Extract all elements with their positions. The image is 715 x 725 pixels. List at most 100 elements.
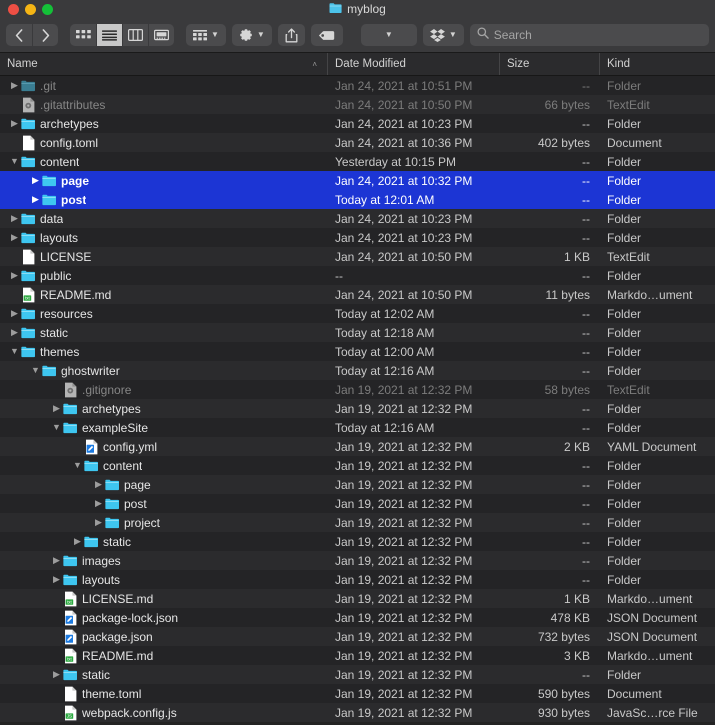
table-row[interactable]: ▼ exampleSite Today at 12:16 AM -- Folder <box>0 418 715 437</box>
table-row[interactable]: .gitattributes Jan 24, 2021 at 10:50 PM 66… <box>0 95 715 114</box>
close-button[interactable] <box>8 3 19 15</box>
js-doc-icon: JS <box>63 705 77 721</box>
disclosure-triangle-collapsed-icon[interactable]: ▶ <box>50 665 63 684</box>
column-header-name[interactable]: Name ˄ <box>0 53 328 75</box>
disclosure-triangle-collapsed-icon[interactable]: ▶ <box>8 209 21 228</box>
table-row[interactable]: ▶ .git Jan 24, 2021 at 10:51 PM -- Folder <box>0 76 715 95</box>
column-view-icon[interactable] <box>122 24 148 46</box>
disclosure-triangle-collapsed-icon[interactable]: ▶ <box>8 114 21 133</box>
table-row[interactable]: ▶ static Jan 19, 2021 at 12:32 PM -- Folder <box>0 665 715 684</box>
table-row[interactable]: ▶ page Jan 24, 2021 at 10:32 PM -- Folder <box>0 171 715 190</box>
table-row[interactable]: package.json Jan 19, 2021 at 12:32 PM 732 … <box>0 627 715 646</box>
table-row[interactable]: ▶ public -- -- Folder <box>0 266 715 285</box>
column-headers: Name ˄ Date Modified Size Kind <box>0 53 715 76</box>
share-button[interactable] <box>277 24 305 46</box>
table-row[interactable]: ▶ data Jan 24, 2021 at 10:23 PM -- Folder <box>0 209 715 228</box>
table-row[interactable]: ▶ layouts Jan 24, 2021 at 10:23 PM -- Folder <box>0 228 715 247</box>
table-row[interactable]: ▶ static Today at 12:18 AM -- Folder <box>0 323 715 342</box>
table-row[interactable]: ▶ images Jan 19, 2021 at 12:32 PM -- Folder <box>0 551 715 570</box>
file-name-label: config.yml <box>103 439 158 454</box>
cell-date-modified: Jan 19, 2021 at 12:32 PM <box>335 515 473 530</box>
table-row[interactable]: ▶ archetypes Jan 19, 2021 at 12:32 PM -- Fol… <box>0 399 715 418</box>
table-row[interactable]: ▼ content Yesterday at 10:15 PM -- Folder <box>0 152 715 171</box>
disclosure-triangle-collapsed-icon[interactable]: ▶ <box>50 551 63 570</box>
table-row[interactable]: ▶ post Jan 19, 2021 at 12:32 PM -- Folder <box>0 494 715 513</box>
table-row[interactable]: ▶ archetypes Jan 24, 2021 at 10:23 PM -- Fol… <box>0 114 715 133</box>
disclosure-triangle-collapsed-icon[interactable]: ▶ <box>50 570 63 589</box>
file-name-label: README.md <box>40 287 112 302</box>
search-input[interactable]: Search <box>494 28 532 42</box>
table-row[interactable]: txt README.md Jan 19, 2021 at 12:32 PM 3 KB… <box>0 646 715 665</box>
disclosure-triangle-collapsed-icon[interactable]: ▶ <box>29 171 42 190</box>
table-row[interactable]: package-lock.json Jan 19, 2021 at 12:32 P… <box>0 608 715 627</box>
disclosure-triangle-expanded-icon[interactable]: ▼ <box>71 456 84 475</box>
table-row[interactable]: ▶ page Jan 19, 2021 at 12:32 PM -- Folder <box>0 475 715 494</box>
table-row[interactable]: config.toml Jan 24, 2021 at 10:36 PM 402 b… <box>0 133 715 152</box>
column-header-date[interactable]: Date Modified <box>328 53 500 75</box>
cell-name: ▶ post <box>0 494 328 513</box>
table-row[interactable]: ▼ ghostwriter Today at 12:16 AM -- Folder <box>0 361 715 380</box>
disclosure-triangle-expanded-icon[interactable]: ▼ <box>8 152 21 171</box>
table-row[interactable]: ▼ themes Today at 12:00 AM -- Folder <box>0 342 715 361</box>
disclosure-triangle-collapsed-icon[interactable]: ▶ <box>8 76 21 95</box>
table-row[interactable]: ▶ layouts Jan 19, 2021 at 12:32 PM -- Folder <box>0 570 715 589</box>
file-list[interactable]: ▶ .git Jan 24, 2021 at 10:51 PM -- Folder .gi… <box>0 76 715 725</box>
cell-kind: Folder <box>607 306 642 321</box>
cell-size: -- <box>582 344 590 359</box>
tags-button[interactable] <box>310 24 343 46</box>
table-row[interactable]: .gitignore Jan 19, 2021 at 12:32 PM 58 byt… <box>0 380 715 399</box>
table-row[interactable]: LICENSE Jan 24, 2021 at 10:50 PM 1 KB TextE… <box>0 247 715 266</box>
column-header-kind[interactable]: Kind <box>600 53 715 75</box>
extra-dropdown-button[interactable]: ▼ <box>360 24 417 46</box>
disclosure-triangle-expanded-icon[interactable]: ▼ <box>8 342 21 361</box>
icon-view-icon[interactable] <box>70 24 96 46</box>
cell-kind: Folder <box>607 344 642 359</box>
disclosure-triangle-collapsed-icon[interactable]: ▶ <box>92 475 105 494</box>
back-button[interactable] <box>6 24 32 46</box>
table-row[interactable]: theme.toml Jan 19, 2021 at 12:32 PM 590 by… <box>0 684 715 703</box>
cell-kind: Markdo…ument <box>607 591 693 606</box>
disclosure-triangle-expanded-icon[interactable]: ▼ <box>29 361 42 380</box>
disclosure-triangle-collapsed-icon[interactable]: ▶ <box>8 304 21 323</box>
table-row[interactable]: JS webpack.config.js Jan 19, 2021 at 12:32… <box>0 703 715 722</box>
cell-date-modified: Jan 24, 2021 at 10:23 PM <box>335 116 473 131</box>
disclosure-triangle-collapsed-icon[interactable]: ▶ <box>8 266 21 285</box>
cell-size: 1 KB <box>563 249 590 264</box>
search-field[interactable]: Search <box>469 24 709 46</box>
disclosure-triangle-collapsed-icon[interactable]: ▶ <box>8 323 21 342</box>
table-row[interactable]: ▶ post Today at 12:01 AM -- Folder <box>0 190 715 209</box>
cell-size: -- <box>582 78 590 93</box>
disclosure-triangle-none <box>50 380 63 399</box>
minimize-button[interactable] <box>25 3 36 15</box>
action-menu-button[interactable]: ▼ <box>231 24 272 46</box>
disclosure-triangle-collapsed-icon[interactable]: ▶ <box>29 190 42 209</box>
disclosure-triangle-expanded-icon[interactable]: ▼ <box>50 418 63 437</box>
table-row[interactable]: config.yml Jan 19, 2021 at 12:32 PM 2 KB YA… <box>0 437 715 456</box>
disclosure-triangle-collapsed-icon[interactable]: ▶ <box>92 513 105 532</box>
gallery-view-icon[interactable] <box>148 24 174 46</box>
folder-icon <box>42 192 56 208</box>
table-row[interactable]: ▼ content Jan 19, 2021 at 12:32 PM -- Folder <box>0 456 715 475</box>
table-row[interactable]: txt LICENSE.md Jan 19, 2021 at 12:32 PM 1 K… <box>0 589 715 608</box>
cell-size: -- <box>582 363 590 378</box>
table-row[interactable]: ▶ resources Today at 12:02 AM -- Folder <box>0 304 715 323</box>
forward-button[interactable] <box>32 24 58 46</box>
dropbox-button[interactable]: ▼ <box>422 24 464 46</box>
disclosure-triangle-collapsed-icon[interactable]: ▶ <box>50 399 63 418</box>
cell-size: -- <box>582 116 590 131</box>
disclosure-triangle-collapsed-icon[interactable]: ▶ <box>92 494 105 513</box>
cell-name: package.json <box>0 627 328 646</box>
folder-icon <box>105 515 119 531</box>
column-header-size[interactable]: Size <box>500 53 600 75</box>
cell-date-modified: Jan 24, 2021 at 10:50 PM <box>335 97 473 112</box>
disclosure-triangle-collapsed-icon[interactable]: ▶ <box>71 532 84 551</box>
list-view-icon[interactable] <box>96 24 122 46</box>
disclosure-triangle-collapsed-icon[interactable]: ▶ <box>8 228 21 247</box>
group-by-button[interactable]: ▼ <box>186 24 226 46</box>
maximize-button[interactable] <box>42 3 53 15</box>
table-row[interactable]: ▶ static Jan 19, 2021 at 12:32 PM -- Folder <box>0 532 715 551</box>
table-row[interactable]: ▶ project Jan 19, 2021 at 12:32 PM -- Folder <box>0 513 715 532</box>
table-row[interactable]: txt README.md Jan 24, 2021 at 10:50 PM 11 b… <box>0 285 715 304</box>
cell-kind: Folder <box>607 458 642 473</box>
folder-icon <box>63 553 77 569</box>
